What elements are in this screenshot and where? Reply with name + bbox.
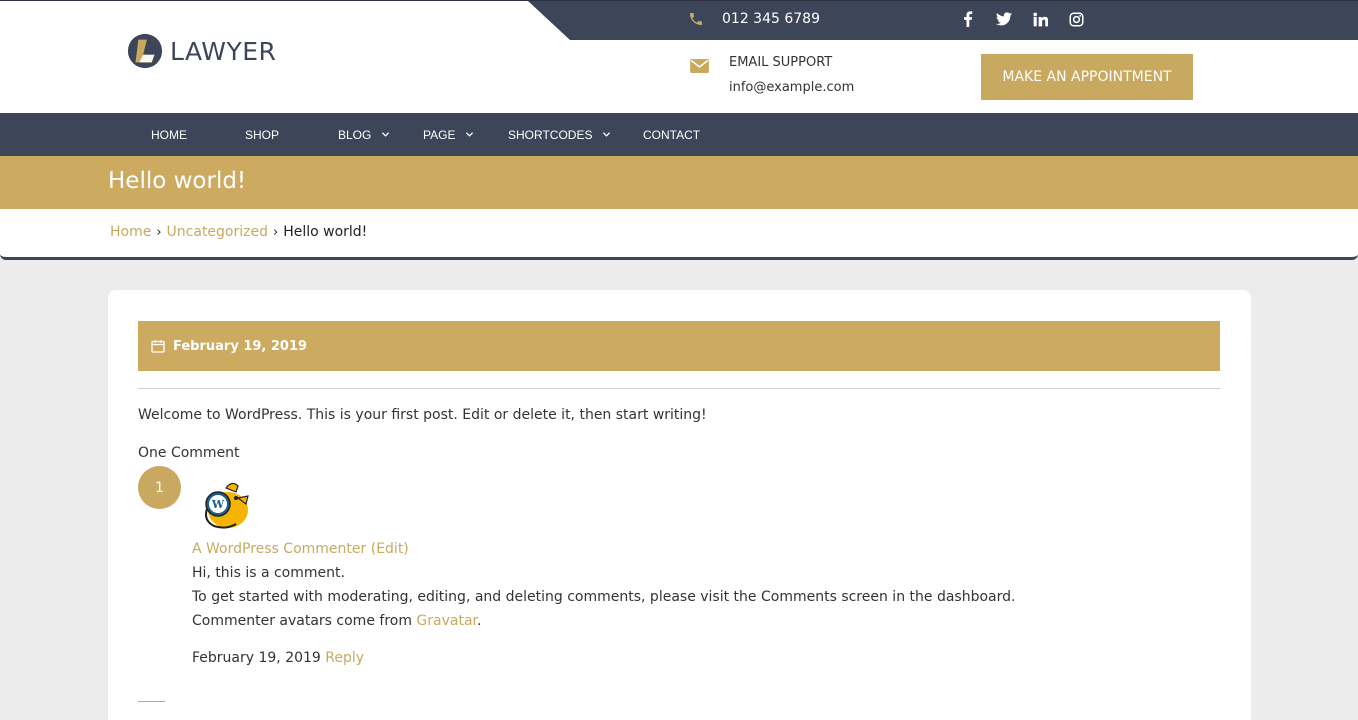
breadcrumb-home-link[interactable]: Home xyxy=(110,224,151,240)
nav-item-home[interactable]: HOME xyxy=(151,113,187,156)
instagram-icon[interactable] xyxy=(1068,11,1084,27)
phone-icon xyxy=(690,13,702,25)
comment-text-prefix: Commenter avatars come from xyxy=(192,613,417,629)
nav-item-label: SHOP xyxy=(245,127,280,142)
comment-number-badge: 1 xyxy=(138,466,181,509)
post-date: February 19, 2019 xyxy=(173,338,308,354)
comment-text-line: To get started with moderating, editing,… xyxy=(192,589,1016,605)
breadcrumb-current: Hello world! xyxy=(283,224,368,240)
make-appointment-button[interactable]: MAKE AN APPOINTMENT xyxy=(981,54,1193,100)
site-logo[interactable]: LAWYER xyxy=(126,32,276,70)
chevron-down-icon xyxy=(466,132,474,137)
breadcrumb-category-link[interactable]: Uncategorized xyxy=(167,224,268,240)
social-links xyxy=(960,11,1084,27)
breadcrumb-separator-icon: › xyxy=(273,224,279,240)
page-title-bar: Hello world! xyxy=(0,156,1358,209)
twitter-icon[interactable] xyxy=(996,11,1012,27)
logo-text: LAWYER xyxy=(170,36,277,66)
post-card: February 19, 2019 Welcome to WordPress. … xyxy=(108,290,1251,720)
divider xyxy=(138,388,1220,389)
gravatar-link[interactable]: Gravatar xyxy=(416,613,477,629)
nav-item-shortcodes[interactable]: SHORTCODES xyxy=(508,113,611,156)
comment-date: February 19, 2019 xyxy=(192,650,321,666)
breadcrumb-separator-icon: › xyxy=(156,224,162,240)
nav-item-label: HOME xyxy=(151,127,187,142)
comment-edit-link[interactable]: (Edit) xyxy=(371,541,409,557)
nav-item-label: BLOG xyxy=(338,127,372,142)
comment-meta: February 19, 2019 Reply xyxy=(192,650,364,666)
phone-number: 012 345 6789 xyxy=(722,11,820,27)
linkedin-icon[interactable] xyxy=(1032,11,1048,27)
svg-text:W: W xyxy=(211,498,225,511)
site-header: 012 345 6789 LAWYER EMAIL SUPPORT info@e… xyxy=(0,0,1358,113)
breadcrumb: Home › Uncategorized › Hello world! xyxy=(0,209,1358,260)
section-rule xyxy=(138,701,165,702)
nav-item-label: SHORTCODES xyxy=(508,127,593,142)
chevron-down-icon xyxy=(382,132,390,137)
facebook-icon[interactable] xyxy=(960,11,976,27)
chevron-down-icon xyxy=(603,132,611,137)
comment-text-line: Hi, this is a comment. xyxy=(192,565,345,581)
email-address[interactable]: info@example.com xyxy=(729,80,854,95)
reply-link[interactable]: Reply xyxy=(325,650,364,666)
nav-item-blog[interactable]: BLOG xyxy=(338,113,390,156)
post-body: Welcome to WordPress. This is your first… xyxy=(138,407,707,423)
nav-item-label: PAGE xyxy=(423,127,456,142)
comment-text-suffix: . xyxy=(477,613,482,629)
commenter-avatar: W xyxy=(205,482,249,529)
phone-contact[interactable]: 012 345 6789 xyxy=(688,11,820,27)
comment-text-line: Commenter avatars come from Gravatar. xyxy=(192,613,481,629)
top-bar: 012 345 6789 xyxy=(528,1,1358,40)
nav-item-page[interactable]: PAGE xyxy=(423,113,474,156)
envelope-icon xyxy=(690,59,709,73)
comment-author-link[interactable]: A WordPress Commenter xyxy=(192,541,366,557)
calendar-icon xyxy=(151,340,165,353)
main-nav: HOME SHOP BLOG PAGE SHORTCODES CONTACT xyxy=(0,113,1358,156)
nav-item-label: CONTACT xyxy=(643,127,701,142)
nav-item-shop[interactable]: SHOP xyxy=(245,113,279,156)
page-title: Hello world! xyxy=(108,168,247,194)
comment-author-line: A WordPress Commenter (Edit) xyxy=(192,541,409,557)
nav-item-contact[interactable]: CONTACT xyxy=(643,113,700,156)
lawyer-logo-icon xyxy=(127,33,163,69)
email-support-label: EMAIL SUPPORT xyxy=(729,55,833,70)
comments-title: One Comment xyxy=(138,445,240,461)
post-date-bar: February 19, 2019 xyxy=(138,321,1220,371)
